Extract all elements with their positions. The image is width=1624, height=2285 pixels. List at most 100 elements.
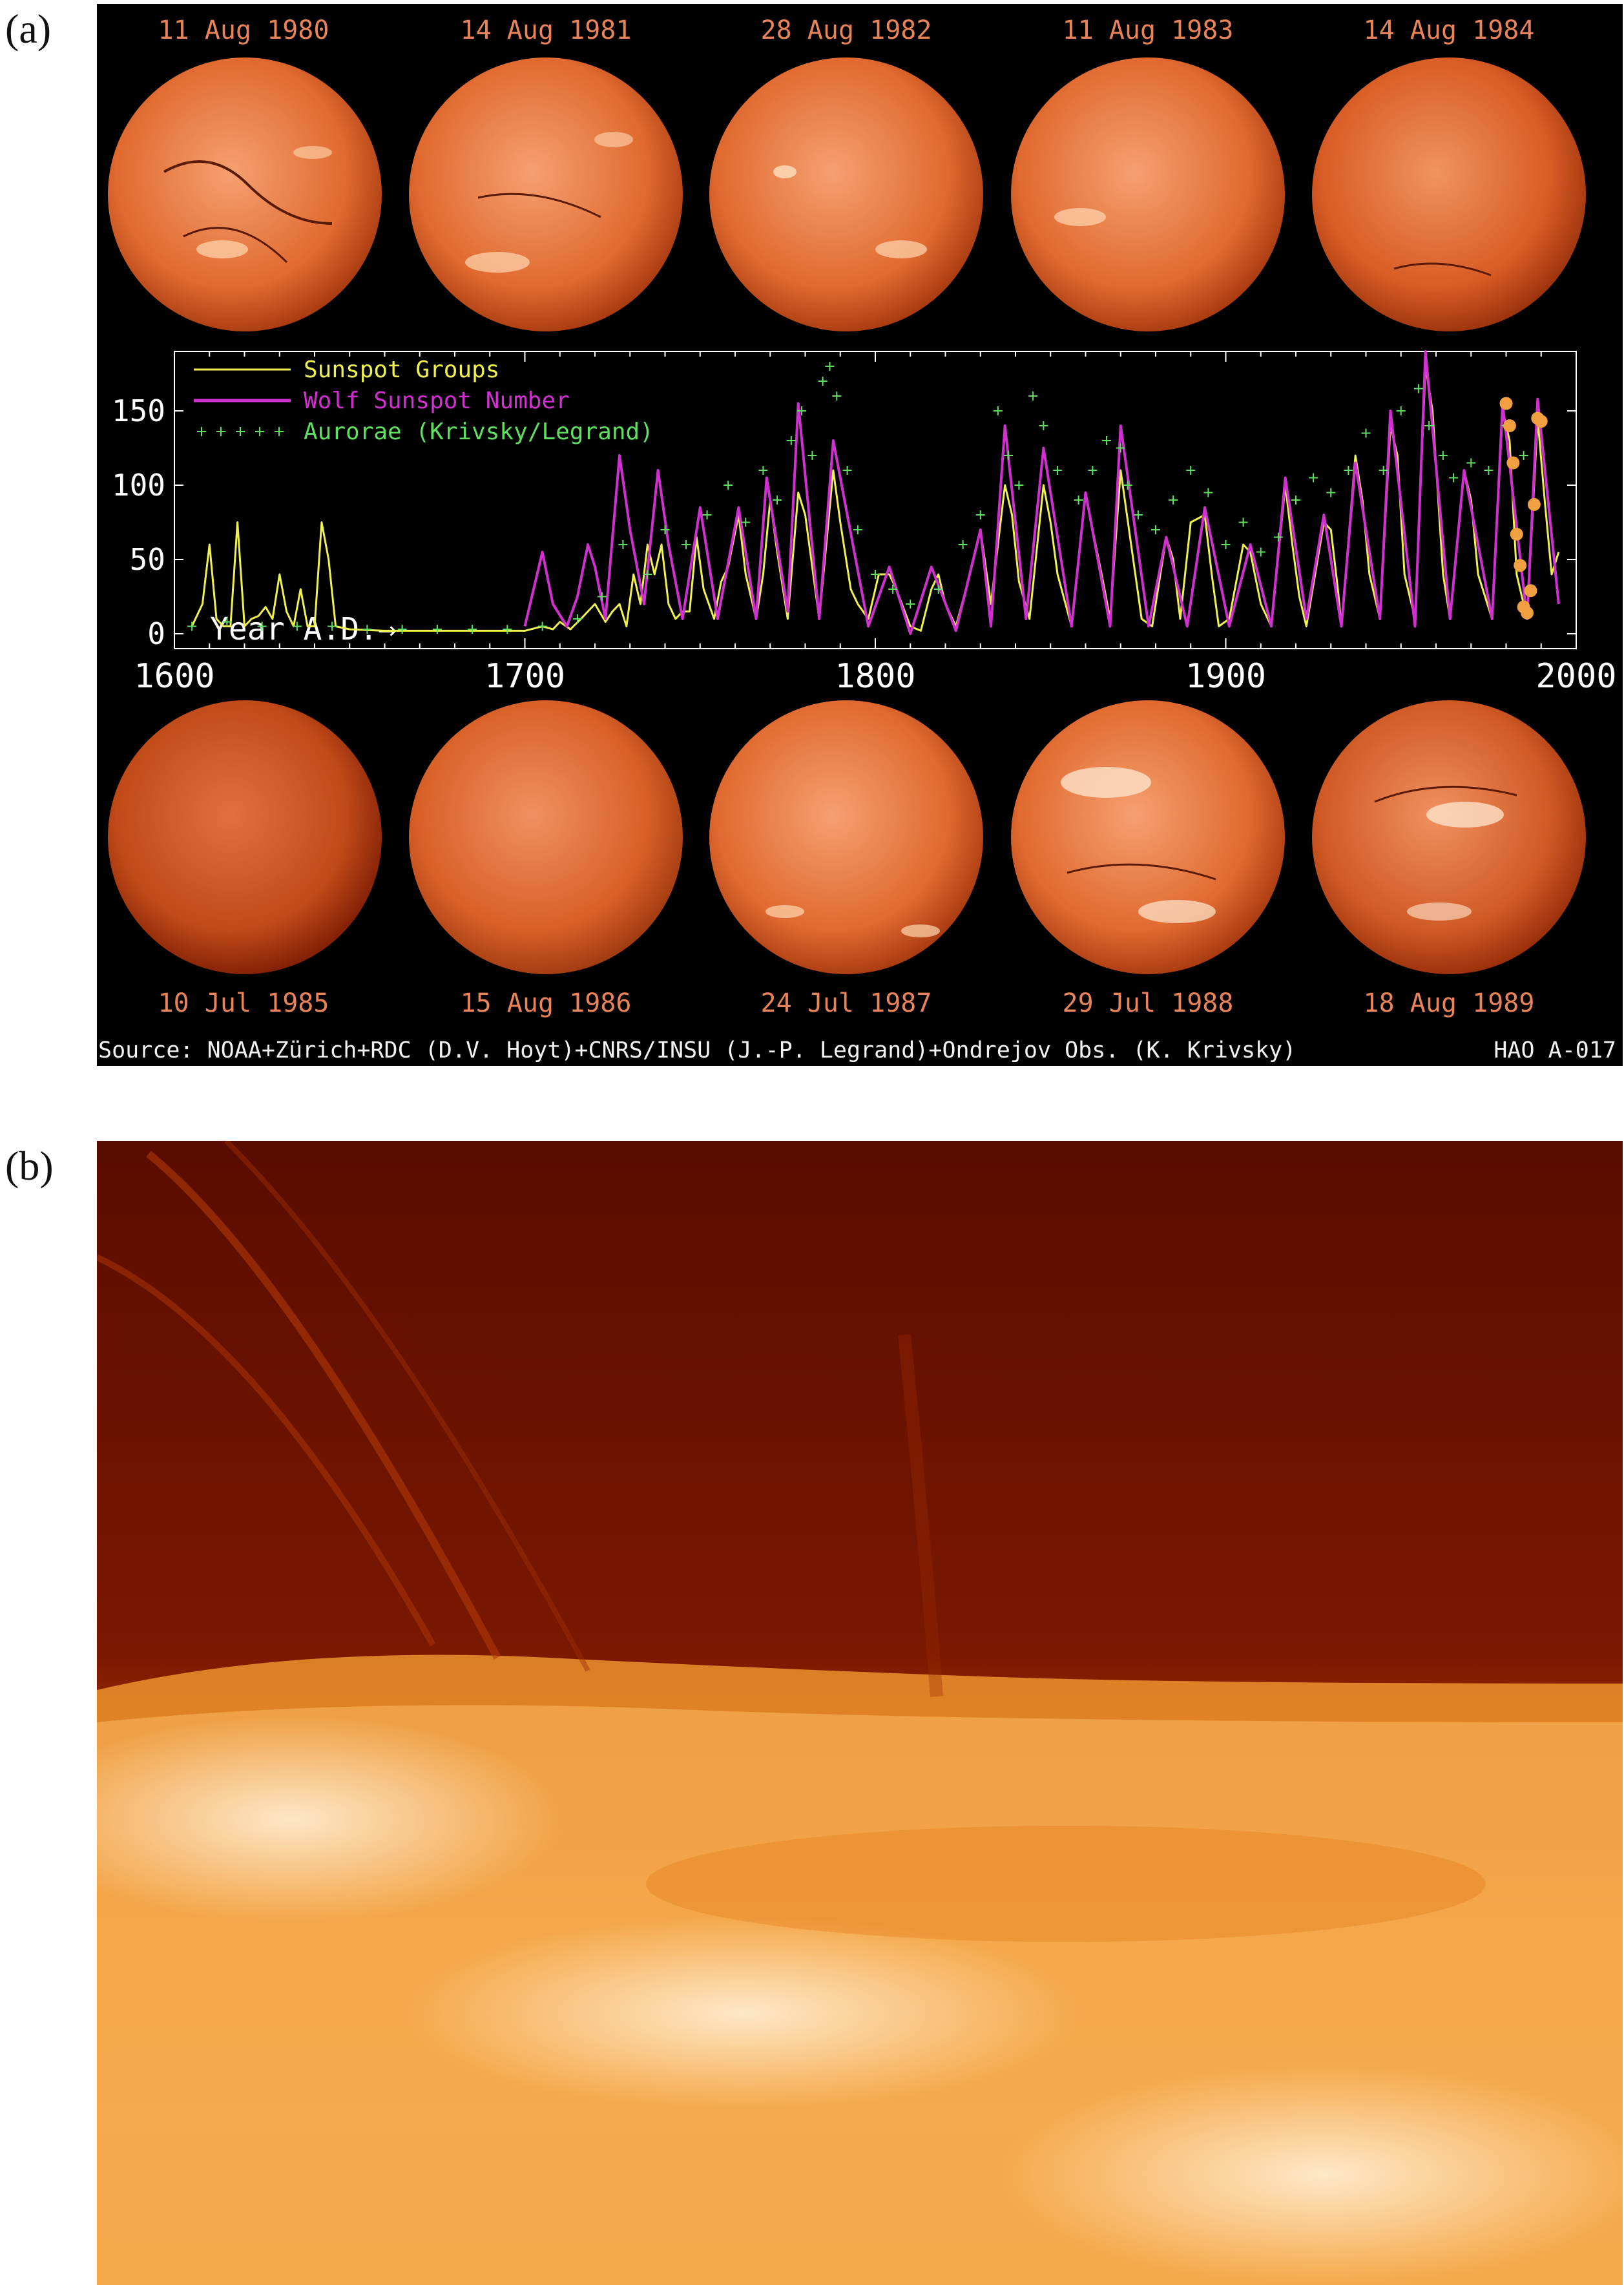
aurorae-marker bbox=[1053, 466, 1063, 475]
figure-id: HAO A-017 bbox=[1494, 1038, 1616, 1063]
aurorae-marker bbox=[832, 391, 842, 401]
orange-data-dot bbox=[1521, 606, 1534, 620]
bottom-date-1: 10 Jul 1985 bbox=[158, 988, 329, 1018]
aurorae-marker bbox=[842, 466, 852, 475]
bottom-date-4: 29 Jul 1988 bbox=[1062, 988, 1234, 1018]
aurorae-marker bbox=[503, 625, 512, 634]
aurorae-marker bbox=[702, 510, 712, 519]
x-tick-label: 2000 bbox=[1536, 657, 1616, 696]
aurorae-marker bbox=[1396, 406, 1406, 415]
bottom-date-3: 24 Jul 1987 bbox=[760, 988, 932, 1018]
aurorae-marker bbox=[397, 625, 407, 634]
aurorae-marker bbox=[1238, 517, 1248, 527]
aurorae-marker bbox=[1123, 481, 1132, 490]
orange-data-dot bbox=[1499, 397, 1513, 410]
aurorae-marker bbox=[1484, 466, 1494, 475]
aurorae-marker bbox=[724, 481, 733, 490]
aurorae-marker bbox=[993, 406, 1003, 415]
sun-disk-image-1987 bbox=[709, 700, 983, 974]
x-tick-label: 1600 bbox=[134, 657, 214, 696]
aurorae-marker bbox=[572, 614, 582, 623]
sun-disk-image-1988 bbox=[1011, 700, 1285, 974]
aurorae-marker bbox=[906, 600, 915, 609]
aurorae-marker bbox=[597, 592, 607, 601]
aurorae-marker bbox=[1361, 428, 1371, 438]
aurorae-marker bbox=[1256, 547, 1265, 557]
aurorae-marker bbox=[1151, 525, 1160, 534]
aurorae-marker bbox=[958, 540, 968, 549]
aurorae-marker bbox=[1438, 451, 1448, 460]
orange-data-dot bbox=[1534, 415, 1548, 428]
y-tick-label: 100 bbox=[112, 468, 165, 503]
aurorae-marker bbox=[825, 362, 835, 371]
x-tick-label: 1800 bbox=[835, 657, 915, 696]
top-date-2: 14 Aug 1981 bbox=[460, 16, 632, 45]
aurorae-marker bbox=[1133, 510, 1143, 519]
aurorae-marker bbox=[1466, 458, 1476, 468]
aurorae-marker bbox=[1102, 436, 1112, 445]
aurorae-marker bbox=[468, 625, 477, 634]
aurorae-marker bbox=[853, 525, 862, 534]
top-date-4: 11 Aug 1983 bbox=[1062, 16, 1234, 45]
orange-data-dot bbox=[1510, 527, 1523, 541]
aurorae-marker bbox=[1291, 496, 1300, 505]
top-date-5: 14 Aug 1984 bbox=[1363, 16, 1535, 45]
aurorae-marker bbox=[1221, 540, 1231, 549]
sun-disk-image-1989 bbox=[1312, 700, 1586, 974]
sun-disk-image-1982 bbox=[709, 57, 983, 331]
sun-disk-image-1981 bbox=[409, 57, 683, 331]
aurorae-marker bbox=[432, 625, 442, 634]
aurorae-marker bbox=[786, 436, 796, 445]
aurorae-marker bbox=[773, 496, 782, 505]
panel-b-label: (b) bbox=[5, 1143, 54, 1189]
aurorae-marker bbox=[1449, 473, 1459, 483]
aurorae-marker bbox=[1344, 466, 1353, 475]
aurorae-marker bbox=[1088, 466, 1098, 475]
aurorae-marker bbox=[758, 466, 768, 475]
sun-disk-image-1984 bbox=[1312, 57, 1586, 331]
legend-swatch bbox=[236, 427, 245, 436]
sun-disk-image-1980 bbox=[108, 57, 382, 331]
panel-a-label: (a) bbox=[5, 6, 52, 52]
legend-swatch bbox=[275, 427, 284, 436]
x-tick-label: 1900 bbox=[1185, 657, 1266, 696]
aurorae-marker bbox=[1203, 488, 1213, 497]
source-credit: Source: NOAA+Zürich+RDC (D.V. Hoyt)+CNRS… bbox=[98, 1038, 1296, 1063]
aurorae-marker bbox=[537, 621, 547, 631]
legend-swatch bbox=[216, 427, 225, 436]
sun-disk-image-1985 bbox=[108, 700, 382, 974]
bottom-date-5: 18 Aug 1989 bbox=[1363, 988, 1535, 1018]
sun-disk-image-1983 bbox=[1011, 57, 1285, 331]
aurorae-marker bbox=[1326, 488, 1336, 497]
solar-cycle-figure: 11 Aug 1980 14 Aug 1981 28 Aug 1982 11 A… bbox=[97, 4, 1623, 1066]
orange-data-dot bbox=[1514, 559, 1527, 572]
sun-disk-image-1986 bbox=[409, 700, 683, 974]
aurorae-marker bbox=[818, 377, 828, 386]
orange-data-dot bbox=[1506, 456, 1520, 470]
aurorae-marker bbox=[1273, 532, 1283, 542]
aurorae-marker bbox=[1004, 451, 1014, 460]
legend-swatch bbox=[255, 427, 264, 436]
aurorae-marker bbox=[975, 510, 985, 519]
aurorae-marker bbox=[618, 540, 628, 549]
orange-data-dot bbox=[1503, 419, 1516, 432]
aurorae-marker bbox=[1186, 466, 1196, 475]
aurorae-marker bbox=[1519, 451, 1528, 460]
y-tick-label: 0 bbox=[147, 616, 165, 651]
y-tick-label: 50 bbox=[130, 542, 165, 577]
legend-label: Sunspot Groups bbox=[304, 357, 499, 383]
sunspot-chart: 0501001501600 1700 1800 1900 2000Year A.D.→S… bbox=[112, 350, 1617, 696]
aurorae-marker bbox=[807, 451, 817, 460]
top-date-1: 11 Aug 1980 bbox=[158, 16, 329, 45]
x-tick-label: 1700 bbox=[484, 657, 565, 696]
aurorae-marker bbox=[682, 540, 691, 549]
aurorae-marker bbox=[187, 621, 197, 631]
orange-data-dot bbox=[1524, 584, 1537, 598]
legend-label: Wolf Sunspot Number bbox=[304, 388, 570, 414]
solar-limb-image bbox=[97, 1141, 1623, 2285]
aurorae-marker bbox=[660, 525, 670, 534]
bottom-date-2: 15 Aug 1986 bbox=[460, 988, 632, 1018]
aurorae-marker bbox=[1014, 481, 1024, 490]
aurorae-marker bbox=[1309, 473, 1318, 483]
aurorae-marker bbox=[1028, 391, 1038, 401]
